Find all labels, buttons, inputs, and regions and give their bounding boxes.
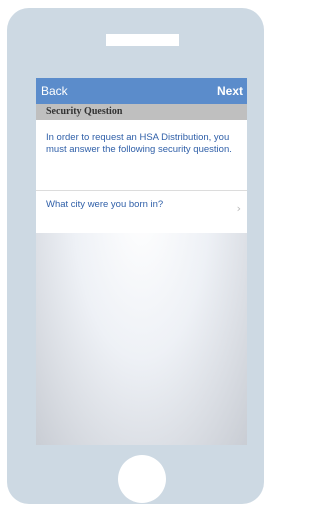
phone-frame: Back Next Security Question In order to … bbox=[7, 8, 264, 504]
next-button[interactable]: Next bbox=[217, 84, 243, 98]
security-question-row[interactable]: What city were you born in? › bbox=[36, 191, 247, 233]
speaker-slot bbox=[106, 34, 179, 46]
chevron-right-icon: › bbox=[236, 202, 241, 215]
back-button[interactable]: Back bbox=[41, 84, 68, 98]
info-text: In order to request an HSA Distribution,… bbox=[46, 132, 232, 155]
section-header: Security Question bbox=[36, 104, 247, 120]
navigation-bar: Back Next bbox=[36, 78, 247, 104]
section-title: Security Question bbox=[46, 106, 123, 117]
security-question-text: What city were you born in? bbox=[46, 199, 164, 210]
info-cell: In order to request an HSA Distribution,… bbox=[36, 120, 247, 191]
home-button[interactable] bbox=[118, 455, 166, 503]
app-screen: Back Next Security Question In order to … bbox=[36, 78, 247, 445]
